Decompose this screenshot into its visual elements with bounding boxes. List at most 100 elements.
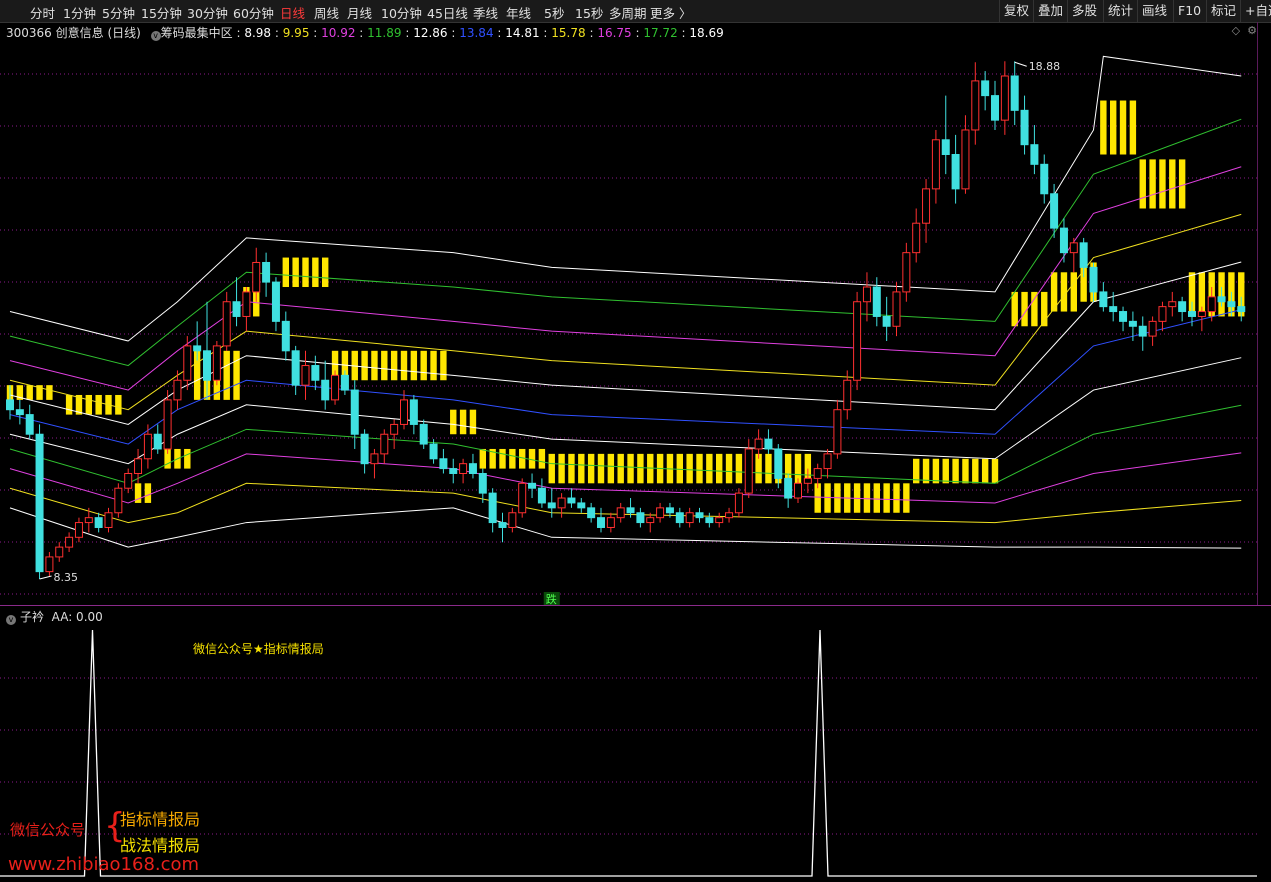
period-tab-0[interactable]: 分时: [30, 3, 55, 22]
period-tab-11[interactable]: 季线: [473, 3, 498, 22]
chip-band-bar: [922, 458, 930, 484]
period-tab-12[interactable]: 年线: [506, 3, 531, 22]
candle-down: [498, 522, 507, 528]
chip-band-bar: [706, 453, 713, 484]
candle-down: [705, 517, 714, 524]
sub-toggle-icon[interactable]: v: [6, 615, 16, 625]
chip-band-bar: [361, 350, 368, 381]
period-tab-14[interactable]: 15秒: [575, 3, 603, 22]
toolbar-button-0[interactable]: 复权: [999, 0, 1033, 22]
candle-up: [518, 482, 527, 514]
chip-band-bar: [1169, 159, 1176, 209]
period-tab-5[interactable]: 60分钟: [233, 3, 274, 22]
period-tab-3[interactable]: 15分钟: [141, 3, 182, 22]
chip-band-bar: [558, 453, 565, 484]
candle-down: [281, 320, 290, 352]
candlesticks: [6, 61, 1246, 580]
chip-band-bar: [450, 409, 457, 435]
chip-bands: [6, 100, 1245, 513]
period-tab-13[interactable]: 5秒: [544, 3, 564, 22]
candle-up: [301, 365, 310, 386]
chip-band-bar: [686, 453, 693, 484]
candle-up: [459, 463, 468, 474]
toolbar-button-4[interactable]: 画线: [1137, 0, 1171, 22]
candle-up: [961, 129, 970, 190]
chip-band-bar: [420, 350, 427, 381]
chip-band-bar: [46, 385, 53, 400]
price-grid: [0, 73, 1257, 595]
period-tab-1[interactable]: 1分钟: [63, 3, 96, 22]
candle-down: [340, 374, 349, 391]
candle-down: [203, 350, 211, 381]
candle-down: [764, 438, 773, 450]
low-marker-line: [39, 575, 52, 580]
main-price-chart[interactable]: 18.88 8.35 跌: [0, 22, 1257, 606]
candle-down: [6, 399, 14, 411]
sub-info-bar: v 子衿 AA: 0.00: [6, 608, 103, 625]
period-tab-7[interactable]: 周线: [314, 3, 339, 22]
level-line-L10: [9, 482, 1242, 524]
candle-down: [1030, 144, 1039, 165]
candle-up: [390, 423, 399, 435]
chip-band-bar: [144, 483, 152, 503]
candle-down: [468, 463, 477, 474]
candle-up: [252, 261, 261, 293]
chip-band-bar: [371, 350, 378, 381]
candle-down: [1188, 311, 1196, 317]
candle-up: [1000, 75, 1009, 121]
candle-down: [597, 517, 605, 528]
candle-down: [675, 512, 684, 524]
candle-up: [212, 345, 221, 381]
candle-down: [360, 433, 369, 465]
candle-up: [222, 301, 231, 347]
candle-down: [1138, 325, 1147, 337]
period-toolbar: 分时 1分钟 5分钟 15分钟 30分钟 60分钟 日线 周线 月线 10分钟 45日线 季线 年线 5秒…: [0, 0, 1271, 23]
toolbar-button-3[interactable]: 统计: [1103, 0, 1137, 22]
candle-down: [695, 512, 704, 519]
period-tab-15[interactable]: 多周期: [609, 3, 647, 22]
candle-down: [193, 345, 202, 352]
chip-band-bar: [440, 350, 447, 381]
chip-band-bar: [65, 394, 73, 415]
candle-down: [951, 154, 960, 190]
candle-up: [715, 517, 724, 524]
period-tab-8[interactable]: 月线: [347, 3, 372, 22]
candle-up: [646, 517, 655, 524]
candle-up: [1148, 320, 1157, 337]
candle-down: [784, 477, 793, 499]
chip-band-bar: [26, 385, 33, 400]
candle-up: [65, 536, 74, 548]
period-tab-16[interactable]: 更多 〉: [650, 3, 691, 22]
candle-down: [882, 315, 891, 327]
candle-up: [794, 482, 802, 499]
period-tab-9[interactable]: 10分钟: [381, 3, 422, 22]
toolbar-button-7[interactable]: +自选: [1240, 0, 1271, 22]
chip-band-bar: [282, 257, 289, 288]
candle-up: [242, 291, 251, 317]
candle-up: [45, 556, 54, 573]
candle-down: [350, 389, 359, 435]
candle-down: [419, 423, 428, 445]
chip-band-bar: [1139, 159, 1146, 209]
candle-up: [803, 477, 812, 484]
period-tab-6[interactable]: 日线: [280, 3, 305, 22]
toolbar-button-5[interactable]: F10: [1173, 0, 1205, 22]
watermark-line-1: 指标情报局: [120, 810, 201, 829]
chip-band-bar: [932, 458, 940, 484]
toolbar-button-2[interactable]: 多股: [1067, 0, 1101, 22]
chip-band-bar: [1100, 100, 1107, 155]
period-tab-2[interactable]: 5分钟: [102, 3, 135, 22]
candle-down: [636, 512, 645, 524]
period-tab-10[interactable]: 45日线: [427, 3, 468, 22]
candle-up: [685, 512, 694, 524]
candle-down: [577, 502, 586, 509]
candle-up: [508, 512, 517, 528]
chip-band-bar: [735, 453, 743, 484]
chip-band-bar: [578, 453, 585, 484]
toolbar-button-6[interactable]: 标记: [1206, 0, 1240, 22]
candle-down: [291, 350, 300, 386]
candle-down: [1217, 296, 1226, 303]
toolbar-button-1[interactable]: 叠加: [1033, 0, 1067, 22]
chip-band-bar: [312, 257, 319, 288]
period-tab-4[interactable]: 30分钟: [187, 3, 228, 22]
